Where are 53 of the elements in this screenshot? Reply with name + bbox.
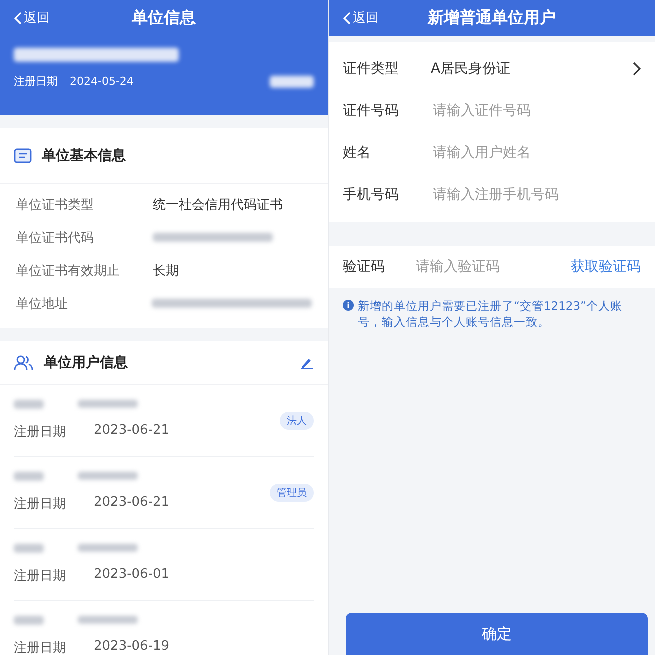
redacted-text [14, 616, 44, 625]
date-text: 2023-06-19 [94, 639, 171, 655]
role-tag: 管理员 [270, 484, 314, 502]
redacted-text [14, 400, 44, 409]
back-button[interactable]: 返回 [343, 9, 379, 27]
date-label: 注册日期 [14, 74, 58, 89]
redacted-text [78, 472, 138, 480]
date-text: 2024-05-24 [70, 75, 134, 88]
users-icon [14, 354, 34, 370]
redacted-text [78, 400, 138, 408]
date-text: 2023-06-01 [94, 567, 171, 584]
date-label: 注册日期 [14, 496, 67, 513]
section-title: 单位基本信息 [42, 146, 127, 164]
info-note: 新增的单位用户需要已注册了“交管12123”个人账号，输入信息与个人账号信息一致。 [358, 298, 624, 330]
section-title: 单位用户信息 [44, 354, 129, 372]
redacted-text [78, 616, 138, 624]
field-label: 验证码 [343, 258, 386, 276]
input-field[interactable]: 请输入证件号码 [431, 102, 641, 120]
info-value: 统一社会信用代码证书 [153, 196, 283, 214]
redacted-text [14, 472, 44, 481]
info-label: 单位证书有效期止 [16, 262, 121, 280]
input-field[interactable]: 请输入注册手机号码 [431, 186, 641, 204]
back-icon [343, 12, 351, 24]
field-label: 姓名 [343, 144, 372, 162]
date-label: 注册日期 [14, 424, 67, 441]
back-button[interactable]: 返回 [14, 9, 50, 27]
info-label: 单位证书类型 [16, 196, 95, 214]
info-label: 单位地址 [16, 296, 69, 312]
field-label: 证件类型 [343, 60, 400, 78]
info-icon [343, 300, 354, 311]
date-text: 2023-06-21 [94, 423, 171, 440]
redacted-text [270, 76, 314, 88]
confirm-button[interactable]: 确定 [346, 613, 648, 655]
page-title: 新增普通单位用户 [428, 8, 556, 26]
input-field[interactable]: 请输入用户姓名 [431, 144, 641, 162]
redacted-text [78, 544, 138, 552]
select-field[interactable]: A居民身份证 [431, 60, 641, 78]
folder-icon [14, 148, 32, 164]
date-label: 注册日期 [14, 568, 67, 585]
redacted-text [14, 544, 44, 553]
field-label: 手机号码 [343, 186, 400, 204]
get-code-link[interactable]: 获取验证码 [571, 258, 641, 276]
page-title: 单位信息 [132, 8, 196, 26]
chevron-icon [633, 62, 641, 76]
date-text: 2023-06-21 [94, 495, 171, 512]
info-value: 长期 [153, 262, 179, 280]
back-icon [14, 12, 22, 24]
role-tag: 法人 [280, 412, 314, 430]
field-label: 证件号码 [343, 102, 400, 120]
info-label: 单位证书代码 [16, 230, 95, 246]
date-label: 注册日期 [14, 640, 67, 655]
edit-icon[interactable] [300, 356, 314, 368]
input-field[interactable]: 请输入验证码 [414, 258, 571, 276]
